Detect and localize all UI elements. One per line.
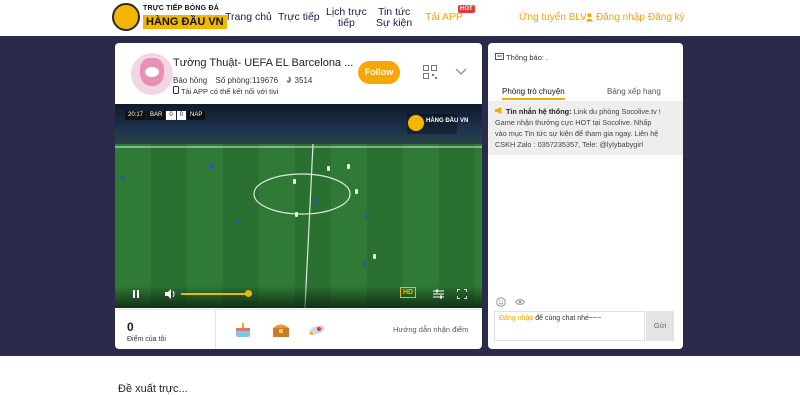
eye-icon[interactable]	[515, 297, 525, 307]
notice-icon	[495, 53, 504, 60]
notice-text: Thông báo: .	[506, 53, 549, 62]
cake-icon[interactable]	[233, 320, 253, 340]
site-logo[interactable]: TRỰC TIẾP BÓNG ĐÁ HÀNG ĐẦU VN	[112, 3, 227, 33]
megaphone-icon	[495, 107, 501, 114]
home-score: 0	[166, 111, 176, 120]
video-player[interactable]: 20:17 BAR 0 0 NAP HÀNG ĐẦU VN HD	[115, 104, 482, 308]
chat-input[interactable]: Đăng nhập để cùng chat nhé~~~	[494, 311, 645, 341]
chat-login-link[interactable]: Đăng nhập	[499, 315, 533, 322]
tv-app-note-text: Tải APP có thể kết nối với tivi	[180, 87, 279, 96]
nav-download-app[interactable]: Tải APP	[425, 12, 463, 23]
streamer-name: Báo hồng	[173, 76, 208, 85]
tab-leaderboard[interactable]: Bảng xếp hạng	[607, 87, 661, 96]
settings-sliders-icon[interactable]	[433, 289, 444, 299]
logo-ball-icon	[112, 3, 140, 31]
fullscreen-icon[interactable]	[457, 289, 467, 299]
recruit-commentator-link[interactable]: Ứng tuyển BLV	[519, 12, 587, 23]
points-guide-link[interactable]: Hướng dẫn nhận điểm	[393, 325, 468, 334]
viewer-count: 3514	[294, 76, 313, 85]
stream-meta: Báo hồng Số phòng:119676 3514	[173, 76, 318, 85]
logo-line2: HÀNG ĐẦU VN	[143, 15, 227, 29]
rocket-icon[interactable]	[307, 320, 327, 340]
away-score: 0	[176, 111, 187, 120]
points-bar: 0 Điểm của tôi Hướng dẫn nhận điểm	[115, 309, 482, 349]
system-message: Tin nhắn hệ thống: Link du phòng Socoliv…	[488, 101, 683, 155]
hd-quality-button[interactable]: HD	[400, 287, 417, 298]
recommended-heading: Đề xuất trực...	[118, 383, 188, 395]
treasure-chest-icon[interactable]	[271, 320, 291, 340]
chat-panel: Thông báo: . Phòng trò chuyện Bảng xếp h…	[488, 43, 683, 349]
volume-icon[interactable]	[165, 289, 176, 299]
points-label: Điểm của tôi	[127, 336, 166, 343]
nav-news[interactable]: Tin tức Sự kiện	[376, 7, 412, 29]
room-number: Số phòng:119676	[215, 76, 279, 85]
chat-tabs: Phòng trò chuyện Bảng xếp hạng	[488, 83, 683, 100]
nav-news-line2: Sự kiện	[376, 17, 413, 29]
emoji-icon[interactable]	[496, 297, 506, 307]
logo-line1: TRỰC TIẾP BÓNG ĐÁ	[143, 5, 219, 12]
home-team: BAR	[147, 111, 166, 120]
nav-schedule[interactable]: Lịch trực tiếp	[326, 7, 367, 29]
top-header: TRỰC TIẾP BÓNG ĐÁ HÀNG ĐẦU VN Trang chủ …	[0, 0, 800, 36]
pitch-lines	[115, 144, 482, 308]
video-watermark-logo: HÀNG ĐẦU VN	[407, 114, 468, 134]
chat-input-placeholder: để cùng chat nhé~~~	[533, 315, 602, 322]
system-message-head: Tin nhắn hệ thống:	[506, 107, 572, 116]
system-message-line2: Game nhận thưởng cực HOT tại Socolive. N…	[495, 118, 652, 127]
fire-icon	[287, 76, 292, 83]
away-team: NAP	[187, 111, 206, 120]
volume-slider[interactable]	[181, 293, 247, 295]
nav-home[interactable]: Trang chủ	[225, 12, 272, 23]
match-time: 20:17	[125, 111, 147, 120]
user-icon	[585, 13, 594, 22]
stream-panel: Tường Thuật- UEFA EL Barcelona ... Báo h…	[115, 43, 482, 349]
chevron-down-icon[interactable]	[455, 68, 467, 76]
phone-icon	[173, 86, 179, 94]
points-value: 0	[127, 320, 134, 334]
nav-schedule-line2: tiếp	[337, 17, 355, 29]
register-link[interactable]: Đăng ký	[648, 12, 685, 23]
watermark-text: HÀNG ĐẦU VN	[426, 118, 469, 124]
tv-app-note: Tải APP có thể kết nối với tivi	[173, 86, 278, 96]
scoreboard: 20:17 BAR 0 0 NAP	[125, 111, 206, 120]
pause-icon[interactable]	[131, 289, 141, 299]
hot-badge: HOT	[458, 5, 475, 13]
follow-button[interactable]: Follow	[358, 61, 400, 84]
streamer-avatar[interactable]	[131, 53, 173, 95]
send-button[interactable]: Gửi	[646, 311, 674, 341]
tab-chat-room[interactable]: Phòng trò chuyện	[502, 87, 565, 100]
system-message-line3: vào mục Tin tức sự kiện để tham gia ngay…	[495, 129, 659, 138]
system-message-line4: CSKH Zalo : 0357235357, Tele: @lylybabyg…	[495, 140, 644, 149]
volume-slider-handle[interactable]	[245, 290, 252, 297]
nav-live[interactable]: Trực tiếp	[278, 12, 320, 23]
login-link[interactable]: Đăng nhập	[596, 12, 645, 23]
system-message-line1: Link du phòng Socolive.tv !	[571, 107, 661, 116]
qr-code-icon[interactable]	[423, 65, 437, 79]
stream-title: Tường Thuật- UEFA EL Barcelona ...	[173, 57, 354, 69]
